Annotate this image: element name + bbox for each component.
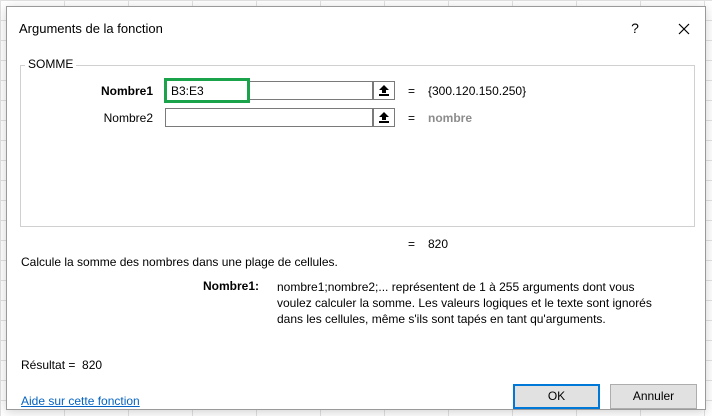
close-icon — [678, 23, 690, 35]
arg-help-line: dans les cellules, même s'ils sont tapés… — [277, 312, 606, 326]
arg-help-label: Nombre1: — [203, 279, 260, 293]
arg1-equals: = — [408, 84, 416, 98]
arg-help-text: nombre1;nombre2;... représentent de 1 à … — [277, 279, 697, 327]
arg2-result: nombre — [428, 111, 473, 125]
ok-button[interactable]: OK — [513, 384, 600, 409]
dialog-title: Arguments de la fonction — [19, 21, 163, 36]
arg2-input[interactable] — [165, 108, 373, 127]
function-name: SOMME — [25, 57, 77, 71]
arg1-result: {300.120.150.250} — [428, 84, 527, 98]
arg-help-line: nombre1;nombre2;... représentent de 1 à … — [277, 280, 635, 294]
range-select-icon — [379, 112, 389, 123]
help-on-function-link[interactable]: Aide sur cette fonction — [21, 394, 140, 408]
close-button[interactable] — [671, 14, 697, 42]
arg1-label: Nombre1 — [100, 84, 153, 98]
arg1-input[interactable]: B3:E3 — [164, 78, 250, 103]
title-bar: Arguments de la fonction ? — [7, 7, 705, 49]
function-arguments-dialog: Arguments de la fonction ? SOMME Nombre1… — [6, 6, 706, 410]
result-label: Résultat = — [21, 358, 76, 372]
arg2-collapse-button[interactable] — [373, 108, 395, 127]
arg1-collapse-button[interactable] — [373, 81, 395, 100]
formula-total-value: 820 — [428, 237, 449, 251]
formula-result: Résultat = 820 — [21, 358, 102, 372]
arg2-equals: = — [408, 111, 416, 125]
result-value: 820 — [82, 358, 103, 372]
arg-help-line: voulez calculer la somme. Les valeurs lo… — [277, 296, 652, 310]
help-button[interactable]: ? — [625, 16, 645, 40]
arg2-label: Nombre2 — [103, 111, 153, 125]
total-equals: = — [408, 237, 416, 251]
function-description: Calcule la somme des nombres dans une pl… — [21, 255, 338, 269]
range-select-icon — [379, 85, 389, 96]
cancel-button[interactable]: Annuler — [610, 384, 697, 409]
